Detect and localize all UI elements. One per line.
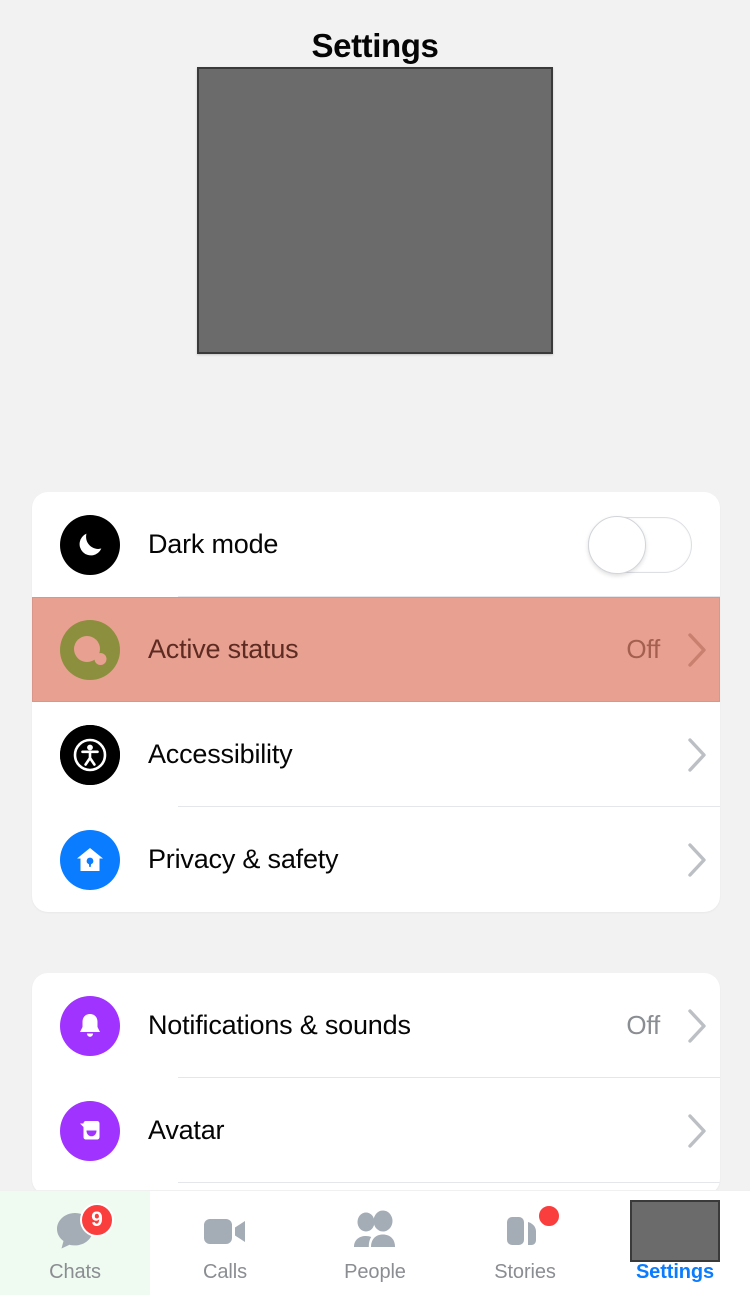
settings-row-active-status[interactable]: Active status Off xyxy=(32,597,720,702)
toggle-knob xyxy=(588,515,646,574)
dark-mode-toggle[interactable] xyxy=(588,515,692,574)
nav-tab-settings[interactable]: Settings xyxy=(600,1191,750,1295)
settings-row-dark-mode[interactable]: Dark mode xyxy=(32,492,720,597)
settings-row-accessibility[interactable]: Accessibility xyxy=(32,702,720,807)
settings-row-notifications-sounds[interactable]: Notifications & sounds Off xyxy=(32,973,720,1078)
bottom-navigation-bar: 9 Chats Calls People Stories Settings xyxy=(0,1190,750,1295)
nav-icon-wrap xyxy=(501,1204,561,1255)
settings-row-label: Notifications & sounds xyxy=(148,1010,411,1040)
nav-tab-label: Stories xyxy=(494,1261,556,1283)
stories-badge-dot xyxy=(537,1204,561,1228)
chevron-right-icon xyxy=(676,737,720,773)
nav-tab-label: Calls xyxy=(203,1261,247,1283)
chevron-right-icon xyxy=(676,1008,720,1044)
nav-tab-stories[interactable]: Stories xyxy=(450,1191,600,1295)
chevron-right-icon xyxy=(676,842,720,878)
privacy-house-lock-icon xyxy=(60,829,120,890)
nav-tab-people[interactable]: People xyxy=(300,1191,450,1295)
settings-section-account: Notifications & sounds Off Avatar xyxy=(32,973,720,1195)
nav-tab-label: Chats xyxy=(49,1261,101,1283)
profile-image-area xyxy=(0,67,750,354)
page-title: Settings xyxy=(311,27,439,64)
settings-row-label: Accessibility xyxy=(148,739,293,769)
nav-tab-label: Settings xyxy=(635,1261,715,1283)
profile-image-placeholder[interactable] xyxy=(197,67,553,354)
settings-row-label: Dark mode xyxy=(148,529,279,559)
settings-section-preferences: Dark mode Active status Off Accessibilit… xyxy=(32,492,720,912)
nav-icon-wrap xyxy=(630,1200,720,1262)
chats-unread-badge: 9 xyxy=(80,1203,114,1237)
accessibility-icon xyxy=(60,724,120,785)
settings-row-value: Off xyxy=(626,1010,660,1040)
nav-tab-label: People xyxy=(344,1261,406,1283)
settings-row-value: Off xyxy=(626,634,660,664)
settings-row-label: Avatar xyxy=(148,1115,225,1145)
video-camera-icon xyxy=(204,1219,245,1244)
profile-thumbnail-placeholder xyxy=(630,1200,720,1262)
nav-tab-calls[interactable]: Calls xyxy=(150,1191,300,1295)
chevron-right-icon xyxy=(676,632,720,668)
people-icon xyxy=(354,1210,395,1247)
bell-icon xyxy=(60,995,120,1056)
moon-icon xyxy=(60,514,120,575)
settings-row-label: Privacy & safety xyxy=(148,844,339,874)
nav-icon-wrap xyxy=(348,1207,402,1255)
nav-icon-wrap xyxy=(199,1207,251,1255)
row-divider xyxy=(178,1182,720,1183)
settings-row-privacy-safety[interactable]: Privacy & safety xyxy=(32,807,720,912)
avatar-face-icon xyxy=(60,1100,120,1161)
settings-row-label: Active status xyxy=(148,634,299,664)
active-status-icon xyxy=(60,619,120,680)
chevron-right-icon xyxy=(676,1113,720,1149)
nav-icon-wrap: 9 xyxy=(50,1203,114,1255)
nav-tab-chats[interactable]: 9 Chats xyxy=(0,1191,150,1295)
settings-row-avatar[interactable]: Avatar xyxy=(32,1078,720,1183)
